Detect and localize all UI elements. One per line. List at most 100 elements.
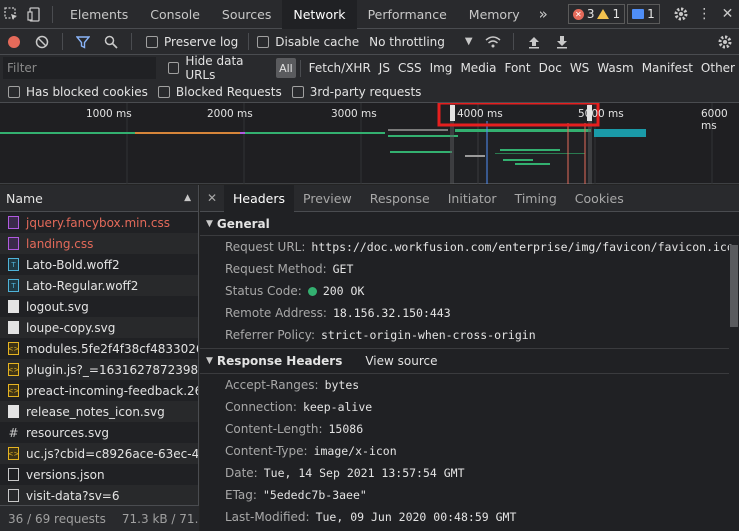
close-devtools-icon[interactable]: ✕: [716, 0, 739, 29]
settings-icon[interactable]: [670, 0, 693, 29]
request-row[interactable]: versions.json: [0, 464, 198, 485]
details-scrollbar[interactable]: [729, 245, 739, 505]
general-section-header[interactable]: ▼ General: [200, 212, 739, 236]
header-row: Status Code: 200 OK: [200, 280, 739, 302]
request-row[interactable]: <> plugin.js?_=1631627872398: [0, 359, 198, 380]
filter-icon[interactable]: [69, 27, 97, 56]
filter-type-other[interactable]: Other: [697, 61, 739, 75]
request-name: landing.css: [26, 236, 94, 251]
header-key: Date:: [225, 466, 258, 480]
request-row[interactable]: <> uc.js?cbid=c8926ace-63ec-43.: [0, 443, 198, 464]
scrollbar-thumb[interactable]: [730, 245, 738, 327]
network-settings-icon[interactable]: [711, 27, 739, 56]
request-row[interactable]: jquery.fancybox.min.css: [0, 212, 198, 233]
warning-count: 1: [612, 7, 621, 21]
hide-data-urls-checkbox[interactable]: Hide data URLs: [168, 54, 270, 82]
more-options-icon[interactable]: ⋮: [693, 0, 716, 29]
issues-badge[interactable]: ✕ 3 1: [567, 4, 626, 24]
tab-performance[interactable]: Performance: [357, 0, 458, 29]
separator: [62, 33, 63, 50]
more-tabs-button[interactable]: »: [531, 0, 556, 29]
request-row[interactable]: release_notes_icon.svg: [0, 401, 198, 422]
filter-type-ws[interactable]: WS: [566, 61, 593, 75]
request-row[interactable]: loupe-copy.svg: [0, 317, 198, 338]
request-name: visit-data?sv=6: [26, 488, 120, 503]
header-value: keep-alive: [302, 400, 373, 414]
request-row[interactable]: logout.svg: [0, 296, 198, 317]
request-row[interactable]: visit-data?sv=6: [0, 485, 198, 506]
request-row[interactable]: landing.css: [0, 233, 198, 254]
header-key: Connection:: [225, 400, 297, 414]
request-row[interactable]: # resources.svg: [0, 422, 198, 443]
filter-type-media[interactable]: Media: [456, 61, 500, 75]
blocked-requests-checkbox[interactable]: Blocked Requests: [157, 85, 282, 99]
tab-initiator[interactable]: Initiator: [439, 185, 506, 212]
tab-preview[interactable]: Preview: [294, 185, 361, 212]
checkbox-box[interactable]: [8, 85, 20, 98]
message-count: 1: [647, 7, 655, 21]
tab-sources[interactable]: Sources: [211, 0, 282, 29]
name-column-header[interactable]: Name ▲: [0, 185, 198, 212]
css-file-icon: [8, 216, 19, 229]
filter-input[interactable]: Filter: [3, 57, 157, 79]
tab-timing[interactable]: Timing: [506, 185, 566, 212]
checkbox-box[interactable]: [291, 85, 304, 98]
filter-type-font[interactable]: Font: [500, 61, 534, 75]
warning-icon: [597, 9, 610, 19]
record-icon[interactable]: [0, 27, 28, 56]
tab-network[interactable]: Network: [282, 0, 357, 29]
third-party-checkbox[interactable]: 3rd-party requests: [291, 85, 421, 99]
request-row[interactable]: T Lato-Regular.woff2: [0, 275, 198, 296]
view-source-link[interactable]: View source: [365, 354, 437, 368]
filter-type-wasm[interactable]: Wasm: [593, 61, 637, 75]
clear-icon[interactable]: [28, 27, 56, 56]
request-row[interactable]: T Lato-Bold.woff2: [0, 254, 198, 275]
filter-type-manifest[interactable]: Manifest: [638, 61, 697, 75]
checkbox-box[interactable]: [168, 62, 180, 74]
messages-badge[interactable]: 1: [627, 4, 660, 24]
header-value: 18.156.32.150:443: [332, 306, 451, 320]
header-row: Request URL: https://doc.workfusion.com/e…: [200, 236, 739, 258]
search-icon[interactable]: [97, 27, 125, 56]
network-overview[interactable]: 1000 ms 2000 ms 3000 ms 4000 ms 5000 ms …: [0, 101, 739, 184]
header-value: Tue, 09 Jun 2020 00:48:59 GMT: [315, 510, 517, 524]
error-icon: ✕: [572, 8, 584, 20]
has-blocked-cookies-label: Has blocked cookies: [26, 84, 148, 99]
checkbox-box[interactable]: [257, 35, 270, 48]
checkbox-box[interactable]: [157, 85, 170, 98]
request-row[interactable]: <> modules.5fe2f4f38cf4833026a: [0, 338, 198, 359]
filter-type-doc[interactable]: Doc: [535, 61, 566, 75]
tab-headers[interactable]: Headers: [224, 184, 295, 212]
checkbox-box[interactable]: [146, 35, 158, 48]
font-file-icon: T: [8, 258, 19, 271]
close-details-icon[interactable]: ✕: [200, 191, 224, 205]
has-blocked-cookies-checkbox[interactable]: Has blocked cookies: [8, 85, 148, 99]
tab-elements[interactable]: Elements: [59, 0, 139, 29]
tab-cookies[interactable]: Cookies: [566, 185, 633, 212]
filter-type-fetch-xhr[interactable]: Fetch/XHR: [305, 61, 375, 75]
request-details-panel: ✕ Headers Preview Response Initiator Tim…: [200, 184, 739, 531]
header-value: 15086: [328, 422, 364, 436]
request-name: uc.js?cbid=c8926ace-63ec-43.: [26, 446, 198, 461]
tab-response[interactable]: Response: [361, 185, 439, 212]
device-toolbar-icon[interactable]: [23, 0, 46, 29]
preserve-log-checkbox[interactable]: Preserve log: [146, 35, 238, 49]
network-conditions-icon[interactable]: [479, 27, 507, 56]
response-headers-section-header[interactable]: ▼ Response Headers View source: [200, 348, 739, 374]
font-file-icon: T: [8, 279, 19, 292]
filter-type-img[interactable]: Img: [426, 61, 457, 75]
disable-cache-checkbox[interactable]: Disable cache: [257, 35, 359, 49]
tab-memory[interactable]: Memory: [458, 0, 531, 29]
tab-console[interactable]: Console: [139, 0, 211, 29]
export-har-icon[interactable]: [548, 27, 576, 56]
import-har-icon[interactable]: [520, 27, 548, 56]
filter-type-css[interactable]: CSS: [394, 61, 426, 75]
filter-type-js[interactable]: JS: [375, 61, 394, 75]
filter-all-button[interactable]: All: [276, 58, 296, 78]
request-row[interactable]: <> preact-incoming-feedback.26.: [0, 380, 198, 401]
inspect-element-icon[interactable]: [0, 0, 23, 29]
request-name: loupe-copy.svg: [26, 320, 116, 335]
throttling-select[interactable]: No throttling ▼: [369, 35, 472, 49]
request-name: plugin.js?_=1631627872398: [26, 362, 198, 377]
filter-options-row: Has blocked cookies Blocked Requests 3rd…: [0, 81, 739, 103]
